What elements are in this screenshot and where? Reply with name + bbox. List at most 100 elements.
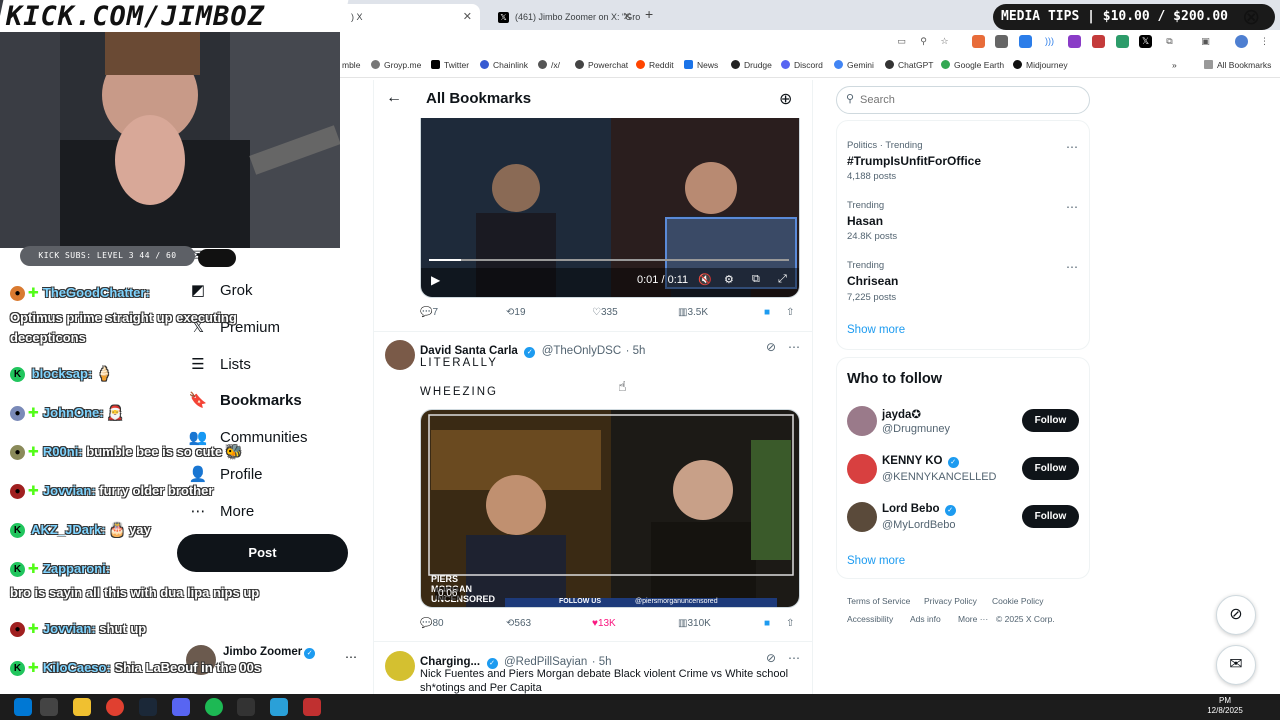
nav-lists[interactable]: ☰ Lists: [188, 355, 251, 373]
bookmark-item[interactable]: Google Earth: [941, 60, 1004, 70]
follow-button[interactable]: Follow: [1022, 457, 1079, 480]
share-icon[interactable]: ⇧: [786, 618, 794, 629]
bookmark-item[interactable]: ChatGPT: [885, 60, 933, 70]
bookmark-item[interactable]: Gemini: [834, 60, 874, 70]
all-bookmarks-folder[interactable]: All Bookmarks: [1204, 60, 1271, 70]
follow-button[interactable]: Follow: [1022, 505, 1079, 528]
tweet-time[interactable]: 5h: [633, 345, 646, 357]
footer-link[interactable]: Cookie Policy: [992, 596, 1044, 606]
tab-close-icon[interactable]: ✕: [623, 4, 632, 30]
footer-link[interactable]: More ···: [958, 614, 988, 624]
bookmark-item[interactable]: Midjourney: [1013, 60, 1068, 70]
bookmark-item[interactable]: Groyp.me: [371, 60, 421, 70]
new-tab-icon[interactable]: +: [645, 6, 653, 22]
picture-in-picture-icon[interactable]: ⧉: [752, 273, 760, 286]
avatar[interactable]: [847, 406, 877, 436]
bookmark-icon[interactable]: ■: [764, 307, 770, 318]
back-arrow-icon[interactable]: ←: [386, 89, 402, 107]
puzzle-icon[interactable]: ⧉: [1163, 35, 1176, 48]
terminal-icon[interactable]: [237, 698, 255, 716]
tab-jimbo-post[interactable]: 𝕏 (461) Jimbo Zoomer on X: "Gro ✕: [482, 4, 640, 30]
avatar[interactable]: [847, 454, 877, 484]
footer-link[interactable]: Ads info: [910, 614, 941, 624]
show-more-link[interactable]: Show more: [847, 555, 905, 567]
bookmarks-overflow-icon[interactable]: »: [1172, 60, 1177, 70]
post-button[interactable]: Post: [177, 534, 348, 572]
bookmark-item[interactable]: Reddit: [636, 60, 674, 70]
bookmark-item[interactable]: Drudge: [731, 60, 772, 70]
like-button[interactable]: ♥ 13K: [592, 618, 616, 629]
author-name[interactable]: David Santa Carla: [420, 345, 518, 357]
video-player[interactable]: PIERS MORGAN UNCENSORED 0:06 FOLLOW US @…: [420, 409, 800, 608]
grok-icon[interactable]: ⊘: [766, 651, 776, 665]
bookmark-item[interactable]: Twitter: [431, 60, 469, 70]
follow-name[interactable]: KENNY KO ✓: [882, 455, 961, 468]
x-extension-icon[interactable]: 𝕏: [1139, 35, 1152, 48]
bookmark-item[interactable]: News: [684, 60, 718, 70]
follow-button[interactable]: Follow: [1022, 409, 1079, 432]
extension-icon[interactable]: [1092, 35, 1105, 48]
footer-link[interactable]: Privacy Policy: [924, 596, 977, 606]
extension-icon[interactable]: [1019, 35, 1032, 48]
chrome-icon[interactable]: [106, 698, 124, 716]
author-name[interactable]: Charging...: [420, 656, 480, 668]
discord-icon[interactable]: [172, 698, 190, 716]
play-icon[interactable]: ▶: [431, 273, 440, 287]
nav-profile[interactable]: 👤 Profile: [188, 465, 263, 483]
extension-shield-icon[interactable]: [995, 35, 1008, 48]
steam-icon[interactable]: [139, 698, 157, 716]
reply-button[interactable]: 💬 7: [420, 307, 438, 318]
bookmark-item[interactable]: Powerchat: [575, 60, 628, 70]
bookmark-item[interactable]: /x/: [538, 60, 560, 70]
tweet-time[interactable]: 5h: [599, 656, 612, 668]
more-icon[interactable]: ⋯: [788, 340, 800, 354]
trend-more-icon[interactable]: ⋯: [1066, 260, 1079, 274]
avatar[interactable]: [385, 340, 415, 370]
follow-name[interactable]: jayda✪: [882, 407, 921, 421]
tab-bookmarks[interactable]: ) X ✕: [335, 4, 480, 30]
file-explorer-icon[interactable]: [73, 698, 91, 716]
trend-name[interactable]: #TrumpIsUnfitForOffice: [847, 154, 981, 168]
footer-link[interactable]: Terms of Service: [847, 596, 910, 606]
star-icon[interactable]: ☆: [938, 35, 951, 48]
share-icon[interactable]: ⇧: [786, 307, 794, 318]
video-player[interactable]: ▶ 0:01 / 0:11 🔇 ⚙ ⧉ ⤢: [420, 118, 800, 298]
task-view-icon[interactable]: [40, 698, 58, 716]
sidebar-toggle-icon[interactable]: ▣: [1199, 35, 1212, 48]
nav-more[interactable]: ⋯ More: [188, 502, 255, 520]
grok-icon[interactable]: ⊘: [766, 340, 776, 354]
avatar[interactable]: [385, 651, 415, 681]
trend-name[interactable]: Chrisean: [847, 274, 898, 288]
trend-more-icon[interactable]: ⋯: [1066, 200, 1079, 214]
extension-wave-icon[interactable]: ))): [1043, 35, 1056, 48]
views-count[interactable]: ▥ 3.5K: [678, 307, 708, 318]
cast-icon[interactable]: ▭: [895, 35, 908, 48]
account-name[interactable]: Jimbo Zoomer ✓: [223, 646, 317, 659]
more-icon[interactable]: ⋯: [788, 651, 800, 665]
spotify-icon[interactable]: [205, 698, 223, 716]
bookmark-item[interactable]: mble: [342, 60, 360, 70]
account-menu-icon[interactable]: ⋯: [345, 650, 357, 664]
grok-button[interactable]: ⊘: [1216, 595, 1256, 635]
nav-grok[interactable]: ◩ Grok: [188, 281, 253, 299]
footer-link[interactable]: Accessibility: [847, 614, 893, 624]
author-handle[interactable]: @RedPillSayian: [504, 656, 587, 668]
telegram-icon[interactable]: [270, 698, 288, 716]
start-icon[interactable]: [14, 698, 32, 716]
menu-dots-icon[interactable]: ⋮: [1258, 35, 1271, 48]
settings-gear-icon[interactable]: ⚙: [724, 273, 734, 286]
repost-button[interactable]: ⟲ 19: [506, 307, 526, 318]
follow-name[interactable]: Lord Bebo ✓: [882, 503, 958, 516]
profile-avatar-icon[interactable]: [1235, 35, 1248, 48]
author-handle[interactable]: @TheOnlyDSC: [542, 345, 621, 357]
bookmark-item[interactable]: Discord: [781, 60, 823, 70]
show-more-link[interactable]: Show more: [847, 324, 905, 336]
fullscreen-icon[interactable]: ⤢: [778, 273, 787, 286]
like-button[interactable]: ♡ 335: [592, 307, 618, 318]
zoom-icon[interactable]: ⚲: [917, 35, 930, 48]
bookmark-icon[interactable]: ■: [764, 618, 770, 629]
trend-more-icon[interactable]: ⋯: [1066, 140, 1079, 154]
nav-bookmarks[interactable]: 🔖 Bookmarks: [188, 391, 302, 409]
search-input[interactable]: [860, 89, 1080, 111]
extension-icon[interactable]: [1068, 35, 1081, 48]
